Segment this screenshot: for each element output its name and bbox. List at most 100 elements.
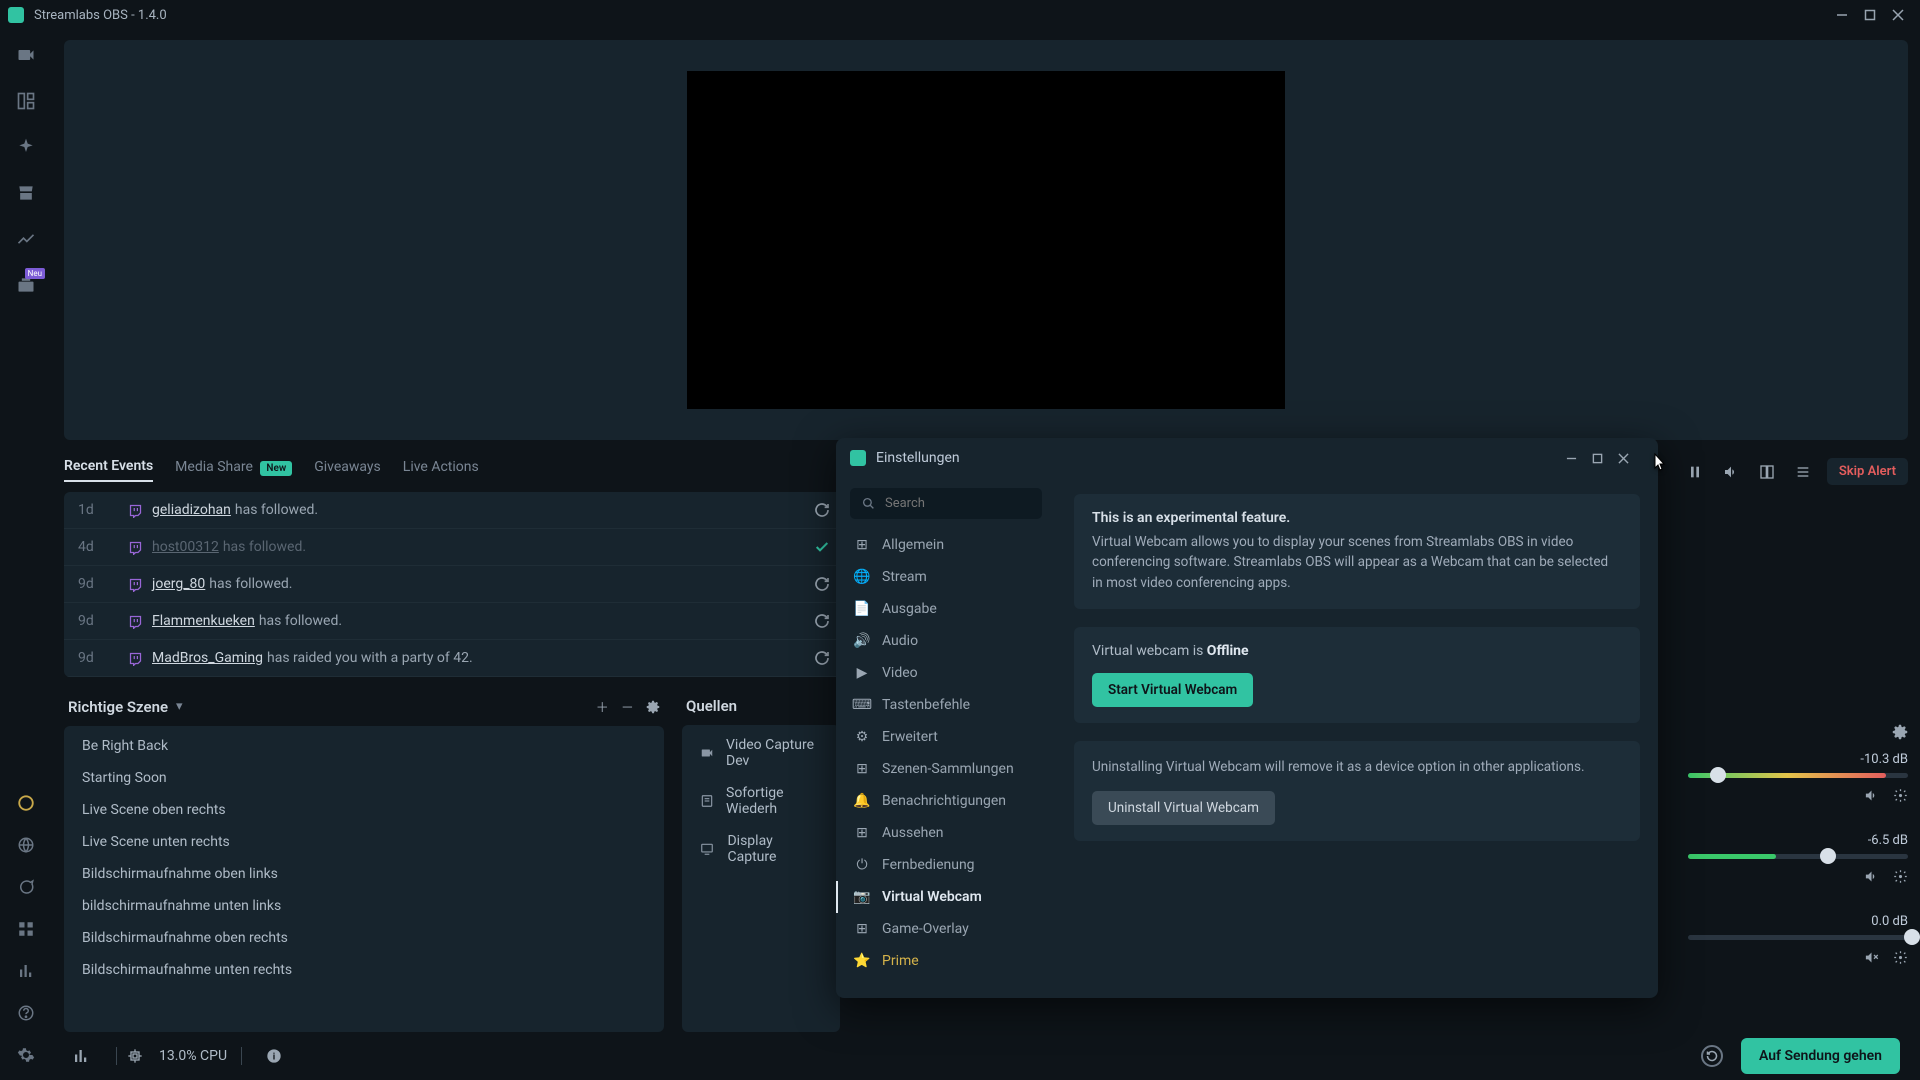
modal-maximize-button[interactable] — [1592, 453, 1618, 464]
refresh-icon[interactable] — [814, 650, 830, 666]
channel-settings-icon[interactable] — [1893, 788, 1908, 803]
settings-content: This is an experimental feature. Virtual… — [1056, 478, 1658, 998]
layout-toggle-icon[interactable] — [1755, 460, 1779, 484]
tab-media-share[interactable]: Media Share New — [175, 459, 292, 481]
go-live-button[interactable]: Auf Sendung gehen — [1741, 1038, 1900, 1074]
pause-icon[interactable] — [1683, 460, 1707, 484]
mixer-settings-icon[interactable] — [1892, 724, 1908, 740]
event-user[interactable]: geliadizohan — [152, 502, 231, 518]
maximize-button[interactable] — [1856, 3, 1884, 27]
scene-settings-button[interactable] — [646, 700, 660, 714]
refresh-icon[interactable] — [814, 502, 830, 518]
refresh-icon[interactable] — [814, 613, 830, 629]
event-row[interactable]: 4d host00312 has followed. — [64, 529, 844, 566]
db-value: 0.0 dB — [1688, 914, 1908, 929]
event-user[interactable]: Flammenkueken — [152, 613, 255, 629]
event-user[interactable]: MadBros_Gaming — [152, 650, 263, 666]
preview-area[interactable] — [64, 40, 1908, 440]
volume-slider[interactable] — [1688, 854, 1908, 859]
nav-item-prime[interactable]: ⭐Prime — [836, 945, 1056, 977]
event-row[interactable]: 9d joerg_80 has followed. — [64, 566, 844, 603]
earth-icon[interactable] — [15, 834, 37, 856]
event-user[interactable]: joerg_80 — [152, 576, 205, 592]
scene-item[interactable]: Bildschirmaufnahme oben rechts — [64, 922, 664, 954]
scene-item[interactable]: Bildschirmaufnahme oben links — [64, 858, 664, 890]
channel-settings-icon[interactable] — [1893, 950, 1908, 965]
info-icon[interactable]: i — [266, 1048, 282, 1064]
store-icon[interactable] — [15, 182, 37, 204]
mute-icon[interactable] — [1864, 950, 1879, 965]
modal-close-button[interactable] — [1618, 453, 1644, 464]
skip-alert-button[interactable]: Skip Alert — [1827, 458, 1908, 485]
chevron-down-icon[interactable]: ▾ — [176, 699, 183, 714]
uninstall-webcam-button[interactable]: Uninstall Virtual Webcam — [1092, 791, 1275, 825]
scene-item[interactable]: Starting Soon — [64, 762, 664, 794]
twitch-icon — [128, 651, 152, 666]
layout-icon[interactable] — [15, 90, 37, 112]
refresh-icon[interactable] — [814, 576, 830, 592]
scene-item[interactable]: Live Scene unten rechts — [64, 826, 664, 858]
add-scene-button[interactable]: ＋ — [596, 697, 609, 716]
scene-item[interactable]: Live Scene oben rechts — [64, 794, 664, 826]
nav-item-tastenbefehle[interactable]: ⌨Tastenbefehle — [836, 689, 1056, 721]
remove-scene-button[interactable]: ─ — [623, 699, 632, 715]
settings-search[interactable] — [850, 488, 1042, 519]
prime-icon[interactable] — [15, 792, 37, 814]
event-row[interactable]: 9d Flammenkueken has followed. — [64, 603, 844, 640]
nav-item-stream[interactable]: 🌐Stream — [836, 561, 1056, 593]
scene-item[interactable]: Bildschirmaufnahme unten rechts — [64, 954, 664, 986]
nav-item-erweitert[interactable]: ⚙Erweitert — [836, 721, 1056, 753]
mute-icon[interactable] — [1864, 788, 1879, 803]
volume-slider[interactable] — [1688, 935, 1908, 940]
dashboard-icon[interactable] — [15, 228, 37, 250]
chat-icon[interactable] — [15, 876, 37, 898]
check-icon[interactable] — [814, 539, 830, 555]
editor-icon[interactable] — [15, 44, 37, 66]
volume-icon[interactable] — [1719, 460, 1743, 484]
sources-title: Quellen — [686, 697, 737, 715]
start-webcam-button[interactable]: Start Virtual Webcam — [1092, 673, 1253, 707]
close-button[interactable] — [1884, 3, 1912, 27]
tab-giveaways[interactable]: Giveaways — [314, 459, 381, 481]
slider-knob[interactable] — [1710, 767, 1726, 783]
minimize-button[interactable] — [1828, 3, 1856, 27]
db-value: -6.5 dB — [1688, 833, 1908, 848]
apps-icon[interactable]: Neu — [15, 274, 37, 296]
settings-icon[interactable] — [15, 1044, 37, 1066]
source-item[interactable]: Display Capture — [682, 825, 840, 873]
slider-knob[interactable] — [1904, 929, 1920, 945]
slider-knob[interactable] — [1820, 848, 1836, 864]
help-icon[interactable] — [15, 1002, 37, 1024]
bars-icon[interactable] — [15, 960, 37, 982]
stats-icon[interactable] — [72, 1047, 90, 1065]
event-row[interactable]: 1d geliadizohan has followed. — [64, 492, 844, 529]
event-text: has followed. — [209, 576, 292, 592]
nav-item-fernbedienung[interactable]: ⏻Fernbedienung — [836, 849, 1056, 881]
nav-item-benachrichtigungen[interactable]: 🔔Benachrichtigungen — [836, 785, 1056, 817]
event-row[interactable]: 9d MadBros_Gaming has raided you with a … — [64, 640, 844, 677]
scene-item[interactable]: Be Right Back — [64, 730, 664, 762]
scene-item[interactable]: bildschirmaufnahme unten links — [64, 890, 664, 922]
nav-item-aussehen[interactable]: ⊞Aussehen — [836, 817, 1056, 849]
event-user[interactable]: host00312 — [152, 539, 219, 555]
volume-slider[interactable] — [1688, 773, 1908, 778]
list-icon[interactable] — [1791, 460, 1815, 484]
nav-item-ausgabe[interactable]: 📄Ausgabe — [836, 593, 1056, 625]
grid-icon[interactable] — [15, 918, 37, 940]
tab-recent-events[interactable]: Recent Events — [64, 458, 153, 482]
nav-item-virtualwebcam[interactable]: 📷Virtual Webcam — [836, 881, 1056, 913]
nav-item-video[interactable]: ▶Video — [836, 657, 1056, 689]
search-input[interactable] — [885, 496, 1030, 511]
nav-item-szenensammlungen[interactable]: ⊞Szenen-Sammlungen — [836, 753, 1056, 785]
nav-item-allgemein[interactable]: ⊞Allgemein — [836, 529, 1056, 561]
channel-settings-icon[interactable] — [1893, 869, 1908, 884]
nav-item-gameoverlay[interactable]: ⊞Game-Overlay — [836, 913, 1056, 945]
source-item[interactable]: Video Capture Dev — [682, 729, 840, 777]
source-item[interactable]: Sofortige Wiederh — [682, 777, 840, 825]
replay-icon[interactable] — [1701, 1045, 1723, 1067]
tab-live-actions[interactable]: Live Actions — [403, 459, 479, 481]
theme-icon[interactable] — [15, 136, 37, 158]
nav-item-audio[interactable]: 🔊Audio — [836, 625, 1056, 657]
modal-minimize-button[interactable] — [1566, 453, 1592, 464]
mute-icon[interactable] — [1864, 869, 1879, 884]
